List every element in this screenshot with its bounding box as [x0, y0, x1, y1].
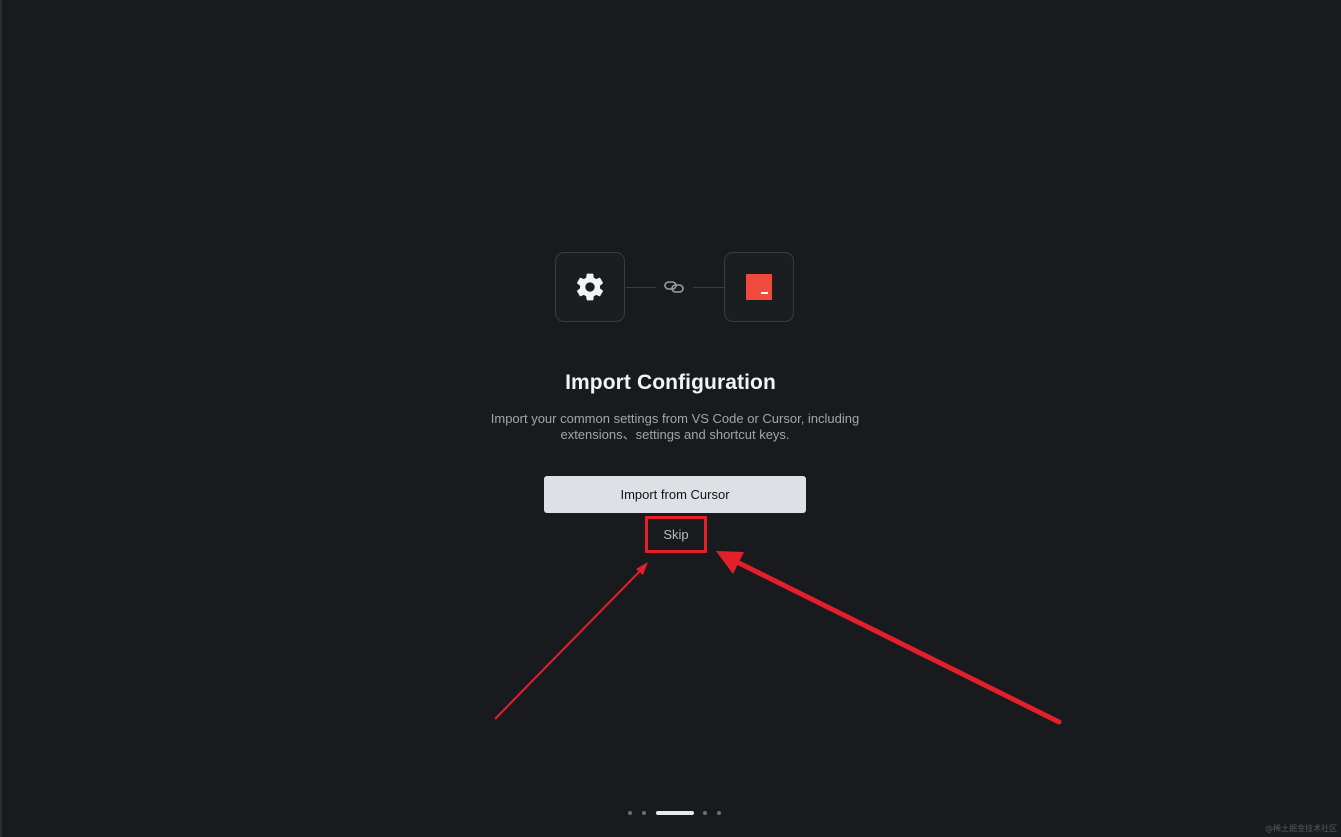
step-pager [0, 811, 1341, 816]
link-icon [664, 281, 684, 293]
annotation-arrowhead-thin [636, 562, 648, 575]
pager-dot-4[interactable] [703, 811, 707, 815]
trae-icon-card [724, 252, 794, 322]
page-title: Import Configuration [565, 371, 776, 394]
onboarding-screen: Import Configuration Import your common … [0, 0, 1341, 837]
annotation-arrow-thick [732, 558, 1062, 725]
page-description: Import your common settings from VS Code… [490, 411, 860, 442]
connector-line-right [693, 287, 724, 288]
pager-dot-1[interactable] [628, 811, 632, 815]
annotation-arrowhead-thick [716, 551, 744, 574]
window-edge [0, 0, 2, 837]
gear-icon [577, 273, 603, 301]
pager-dot-2[interactable] [642, 811, 646, 815]
trae-logo-icon [746, 274, 772, 300]
annotation-arrow-thin [494, 569, 642, 720]
settings-icon-card [555, 252, 625, 322]
pager-dot-5[interactable] [717, 811, 721, 815]
watermark: @稀土掘金技术社区 [1265, 824, 1337, 833]
skip-button[interactable]: Skip [645, 516, 707, 553]
import-from-cursor-button[interactable]: Import from Cursor [544, 476, 806, 513]
connector-line-left [626, 287, 656, 288]
pager-dot-active[interactable] [656, 811, 694, 815]
